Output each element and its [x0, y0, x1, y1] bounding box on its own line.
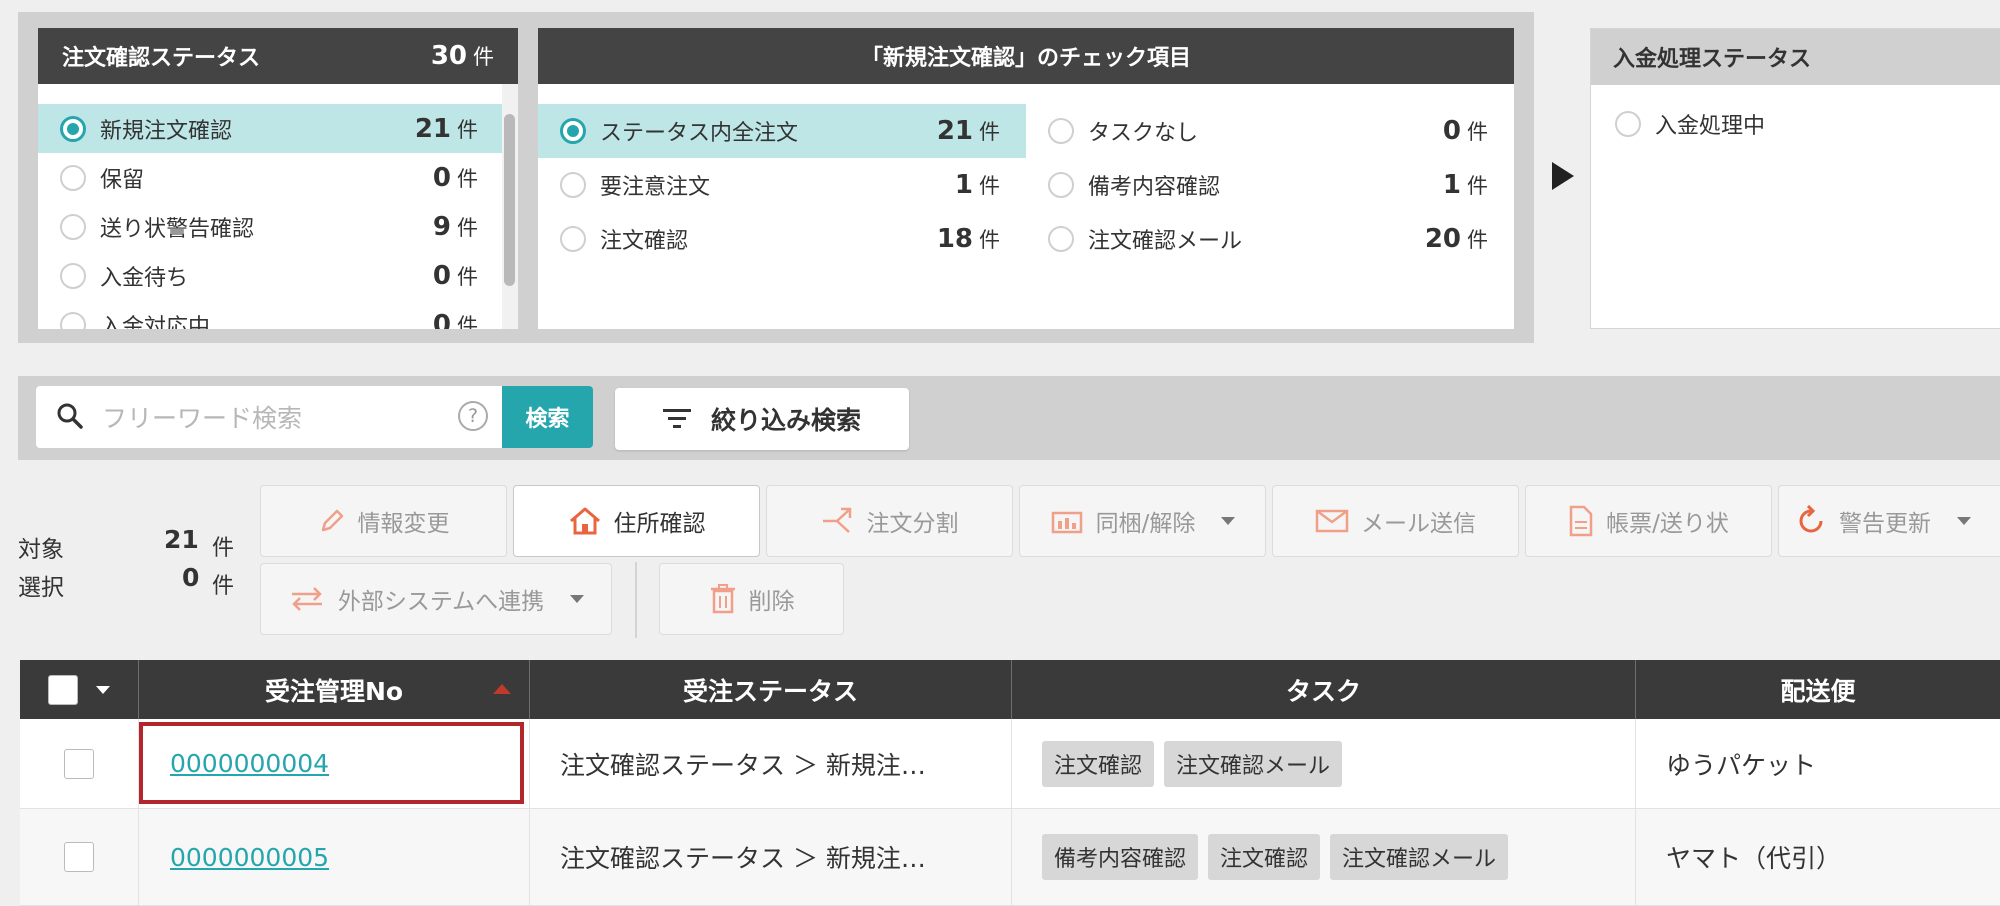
pencil-icon	[321, 509, 343, 532]
home-icon	[569, 507, 600, 535]
column-order-status[interactable]: 受注ステータス	[530, 660, 1012, 719]
check-item-order-confirm[interactable]: 注文確認 18 件	[538, 212, 1026, 266]
payment-status-panel: 入金処理ステータス 入金処理中	[1590, 28, 2000, 329]
order-status-title: 注文確認ステータス	[62, 46, 261, 71]
status-scrollbar-thumb[interactable]	[504, 114, 515, 286]
filter-search-label: 絞り込み検索	[710, 406, 861, 435]
sort-ascending-icon	[493, 684, 511, 694]
next-arrow-icon[interactable]	[1552, 162, 1574, 190]
order-status-text: 注文確認ステータス ＞ 新規注…	[560, 844, 926, 873]
radio-icon[interactable]	[1615, 110, 1641, 137]
table-row[interactable]: 0000000005 注文確認ステータス ＞ 新規注… 備考内容確認 注文確認 …	[20, 809, 2000, 906]
radio-icon[interactable]	[60, 164, 86, 191]
row-checkbox[interactable]	[64, 748, 94, 779]
order-status-text: 注文確認ステータス ＞ 新規注…	[560, 750, 926, 780]
task-tag[interactable]: 備考内容確認	[1042, 834, 1199, 880]
transfer-icon	[291, 587, 322, 611]
selected-count-value: 0	[182, 563, 200, 592]
row-checkbox[interactable]	[64, 842, 94, 872]
search-input[interactable]	[100, 395, 444, 441]
radio-icon[interactable]	[560, 226, 586, 252]
search-button[interactable]: 検索	[502, 386, 593, 448]
chevron-down-icon[interactable]	[96, 685, 110, 694]
check-items-panel: 「新規注文確認」のチェック項目 ステータス内全注文 21 件 要注意注文 1件 注…	[538, 28, 1514, 329]
highlight-box	[139, 722, 524, 804]
radio-icon[interactable]	[1048, 226, 1074, 252]
check-item-no-task[interactable]: タスクなし 0件	[1026, 104, 1514, 158]
select-all-checkbox[interactable]	[48, 674, 78, 705]
edit-info-button[interactable]: 情報変更	[260, 485, 507, 557]
orders-table-header: 受注管理No 受注ステータス タスク 配送便	[20, 660, 2000, 719]
order-status-header: 注文確認ステータス 30 件	[38, 28, 518, 84]
refresh-icon	[1799, 505, 1823, 533]
status-item-hold[interactable]: 保留 0件	[38, 153, 502, 202]
payment-status-title: 入金処理ステータス	[1591, 29, 2000, 85]
radio-icon[interactable]	[60, 262, 86, 289]
radio-icon[interactable]	[560, 172, 586, 198]
check-item-caution-orders[interactable]: 要注意注文 1件	[538, 158, 1026, 212]
target-count-value: 21	[164, 525, 199, 554]
select-all-cell	[20, 660, 139, 719]
status-item-awaiting-payment[interactable]: 入金待ち 0件	[38, 251, 502, 300]
payment-item-processing[interactable]: 入金処理中	[1591, 99, 2000, 148]
order-status-list: 新規注文確認 21 件 保留 0件 送り状警告確認 9件 入金待ち 0件 入金対応…	[38, 84, 518, 329]
task-tag[interactable]: 注文確認メール	[1330, 834, 1509, 880]
selected-count-label: 選択	[18, 575, 64, 601]
check-items-right-column: タスクなし 0件 備考内容確認 1件 注文確認メール 20 件	[1026, 104, 1514, 266]
check-item-remarks-check[interactable]: 備考内容確認 1件	[1026, 158, 1514, 212]
check-items-left-column: ステータス内全注文 21 件 要注意注文 1件 注文確認 18 件	[538, 104, 1026, 266]
target-count-label: 対象	[18, 537, 64, 563]
task-tag[interactable]: 注文確認メール	[1164, 740, 1343, 787]
bundle-button[interactable]: 同梱/解除	[1019, 485, 1266, 557]
order-status-total: 30	[430, 41, 467, 71]
radio-selected-icon[interactable]	[60, 115, 86, 142]
toolbar-divider	[635, 562, 637, 638]
task-tag[interactable]: 注文確認	[1042, 740, 1155, 787]
address-check-button[interactable]: 住所確認	[513, 485, 760, 557]
search-icon	[57, 403, 83, 429]
warning-update-button[interactable]: 警告更新	[1778, 485, 2000, 557]
mail-icon	[1315, 509, 1349, 533]
delivery-text: ゆうパケット	[1666, 750, 1817, 780]
chevron-down-icon	[1221, 517, 1236, 525]
filter-icon	[662, 409, 691, 428]
order-no-link[interactable]: 0000000005	[170, 843, 329, 872]
radio-icon[interactable]	[1048, 172, 1074, 198]
delete-button[interactable]: 削除	[659, 563, 844, 635]
radio-icon[interactable]	[60, 213, 86, 240]
chevron-down-icon	[1957, 517, 1971, 525]
status-item-new-order[interactable]: 新規注文確認 21 件	[38, 104, 502, 153]
chevron-down-icon	[570, 595, 585, 603]
target-count-unit: 件	[212, 536, 235, 561]
external-link-button[interactable]: 外部システムへ連携	[260, 563, 612, 635]
status-item-payment-handling[interactable]: 入金対応中 0件	[38, 300, 502, 329]
check-item-confirm-mail[interactable]: 注文確認メール 20 件	[1026, 212, 1514, 266]
column-task[interactable]: タスク	[1012, 660, 1636, 719]
check-items-title: 「新規注文確認」のチェック項目	[538, 28, 1514, 84]
column-delivery[interactable]: 配送便	[1636, 660, 2000, 719]
forms-slip-button[interactable]: 帳票/送り状	[1525, 485, 1772, 557]
task-tag[interactable]: 注文確認	[1208, 834, 1321, 880]
selected-count-unit: 件	[212, 574, 235, 599]
trash-icon	[710, 584, 735, 614]
status-item-slip-warning[interactable]: 送り状警告確認 9件	[38, 202, 502, 251]
radio-selected-icon[interactable]	[560, 118, 586, 144]
column-order-no[interactable]: 受注管理No	[139, 660, 530, 719]
split-icon	[822, 507, 851, 533]
help-icon[interactable]: ?	[458, 401, 488, 431]
bundle-icon	[1051, 511, 1082, 534]
split-order-button[interactable]: 注文分割	[766, 485, 1013, 557]
radio-icon[interactable]	[60, 311, 86, 329]
check-item-all-orders[interactable]: ステータス内全注文 21 件	[538, 104, 1026, 158]
radio-icon[interactable]	[1048, 118, 1074, 144]
document-icon	[1569, 505, 1593, 537]
delivery-text: ヤマト（代引）	[1666, 844, 1842, 873]
send-mail-button[interactable]: メール送信	[1272, 485, 1519, 557]
order-status-panel: 注文確認ステータス 30 件 新規注文確認 21 件 保留 0件 送り状警告確認 9…	[38, 28, 518, 329]
filter-search-button[interactable]: 絞り込み検索	[615, 388, 909, 450]
